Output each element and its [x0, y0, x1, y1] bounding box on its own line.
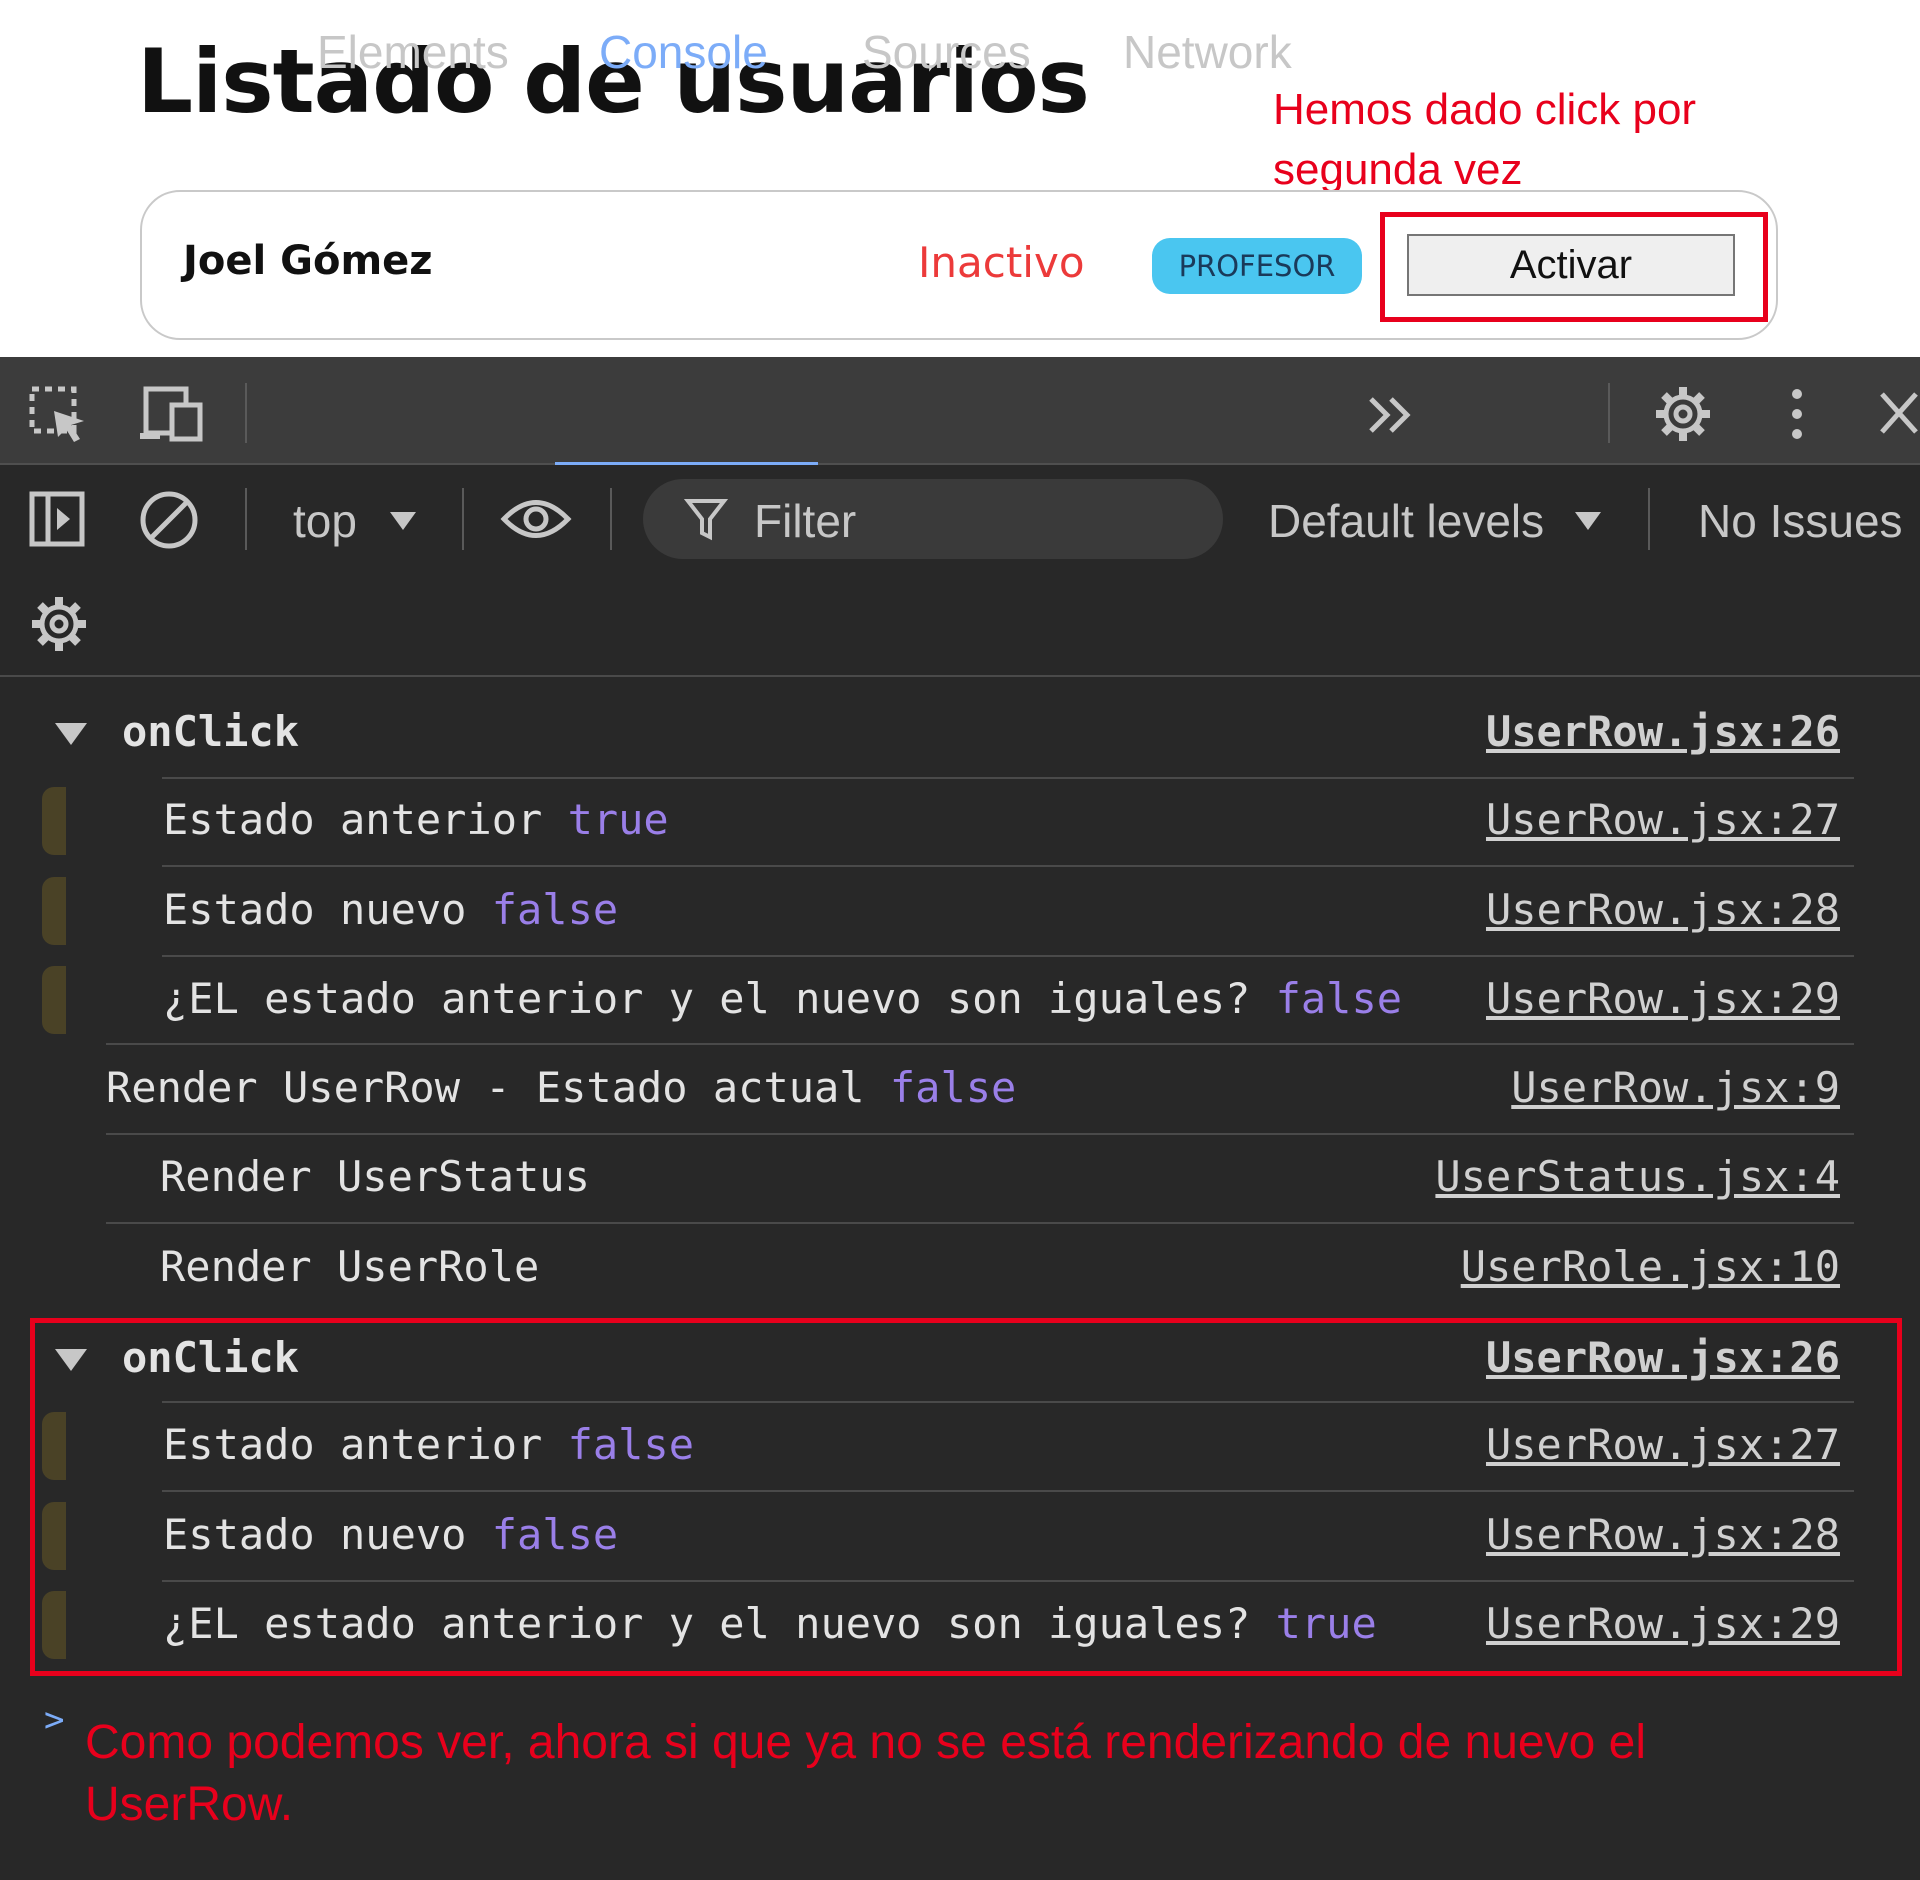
source-link[interactable]: UserRow.jsx:9 — [1511, 1063, 1840, 1112]
source-link[interactable]: UserRow.jsx:29 — [1486, 974, 1840, 1023]
log-text: Estado anterior — [163, 795, 568, 844]
tab-separator — [245, 383, 247, 443]
log-line: Estado anterior true — [163, 795, 669, 844]
log-line: Render UserRole — [160, 1242, 540, 1291]
annotation-top: Hemos dado click por segunda vez — [1273, 85, 1697, 194]
log-line: Render UserStatus — [160, 1152, 590, 1201]
source-link[interactable]: UserRow.jsx:26 — [1486, 1333, 1840, 1382]
tab-sources[interactable]: Sources — [862, 0, 1031, 108]
row-divider — [106, 1133, 1854, 1135]
role-badge: PROFESOR — [1152, 238, 1362, 294]
log-value: false — [491, 1510, 619, 1559]
source-link[interactable]: UserRow.jsx:28 — [1486, 885, 1840, 934]
log-text: Render UserRow - Estado actual — [106, 1063, 890, 1112]
tab-console[interactable]: Console — [599, 0, 768, 108]
context-selector[interactable]: top — [293, 494, 357, 548]
group-header[interactable]: onClick — [122, 1333, 299, 1382]
console-settings-gear-icon[interactable] — [28, 593, 90, 655]
log-value: false — [491, 885, 619, 934]
group-indent-bar — [42, 877, 66, 945]
group-header[interactable]: onClick — [122, 707, 299, 756]
log-value: false — [567, 1420, 695, 1469]
group-indent-bar — [42, 1412, 66, 1480]
user-status: Inactivo — [918, 238, 1085, 287]
log-value: false — [889, 1063, 1017, 1112]
log-levels-selector[interactable]: Default levels — [1268, 494, 1544, 548]
group-indent-bar — [42, 1591, 66, 1659]
sidebar-toggle-icon[interactable] — [28, 490, 86, 548]
source-link[interactable]: UserRow.jsx:27 — [1486, 795, 1840, 844]
activate-button[interactable]: Activar — [1407, 234, 1735, 296]
source-link[interactable]: UserRow.jsx:27 — [1486, 1420, 1840, 1469]
settings-gear-icon[interactable] — [1652, 383, 1714, 445]
row-divider — [162, 777, 1854, 779]
group-expand-caret-icon[interactable] — [55, 1349, 87, 1371]
user-name: Joel Gómez — [183, 238, 433, 284]
group-indent-bar — [42, 966, 66, 1034]
annotation-bottom: Como podemos ver, ahora si que ya no se … — [85, 1716, 1646, 1831]
source-link[interactable]: UserRow.jsx:26 — [1486, 707, 1840, 756]
close-icon[interactable] — [1878, 390, 1920, 436]
log-line: Estado nuevo false — [163, 1510, 618, 1559]
log-line: ¿EL estado anterior y el nuevo son igual… — [163, 1599, 1377, 1648]
log-text: ¿EL estado anterior y el nuevo son igual… — [163, 974, 1276, 1023]
row-divider — [162, 865, 1854, 867]
log-value: false — [1275, 974, 1403, 1023]
clear-console-icon[interactable] — [138, 489, 200, 551]
filter-placeholder: Filter — [754, 495, 857, 547]
row-divider — [162, 1401, 1854, 1403]
row-divider — [106, 1222, 1854, 1224]
inspect-element-icon[interactable] — [28, 385, 90, 447]
levels-dropdown-icon[interactable] — [1573, 510, 1603, 532]
device-toolbar-icon[interactable] — [138, 385, 204, 445]
tab-elements[interactable]: Elements — [317, 0, 509, 108]
console-prompt-icon[interactable]: > — [44, 1700, 64, 1740]
source-link[interactable]: UserRole.jsx:10 — [1461, 1242, 1840, 1291]
toolbar-separator-4 — [1648, 488, 1650, 550]
tab-separator-right — [1608, 383, 1610, 443]
filter-input[interactable] — [643, 479, 1223, 559]
row-divider — [162, 1580, 1854, 1582]
log-value: true — [567, 795, 669, 844]
log-line: Render UserRow - Estado actual false — [106, 1063, 1016, 1112]
log-line: Estado anterior false — [163, 1420, 694, 1469]
tab-network[interactable]: Network — [1123, 0, 1292, 108]
more-options-icon[interactable] — [1782, 386, 1812, 442]
log-value: true — [1275, 1599, 1377, 1648]
toolbar-separator-2 — [462, 488, 464, 550]
devtools-tabbar — [0, 357, 1920, 465]
row-divider — [162, 955, 1854, 957]
group-expand-caret-icon[interactable] — [55, 723, 87, 745]
more-tabs-icon[interactable] — [1365, 393, 1417, 437]
context-dropdown-icon[interactable] — [388, 510, 418, 532]
source-link[interactable]: UserStatus.jsx:4 — [1435, 1152, 1840, 1201]
log-text: Estado anterior — [163, 1420, 568, 1469]
toolbar-separator-3 — [610, 488, 612, 550]
live-expression-eye-icon[interactable] — [500, 494, 572, 544]
toolbar-separator — [245, 488, 247, 550]
group-indent-bar — [42, 1502, 66, 1570]
row-divider — [106, 1043, 1854, 1045]
source-link[interactable]: UserRow.jsx:29 — [1486, 1599, 1840, 1648]
row-divider — [162, 1490, 1854, 1492]
log-text: ¿EL estado anterior y el nuevo son igual… — [163, 1599, 1276, 1648]
log-text: Estado nuevo — [163, 885, 492, 934]
issues-indicator[interactable]: No Issues — [1698, 494, 1903, 548]
log-line: ¿EL estado anterior y el nuevo son igual… — [163, 974, 1402, 1023]
group-indent-bar — [42, 787, 66, 855]
log-text: Estado nuevo — [163, 1510, 492, 1559]
filter-icon — [684, 499, 728, 541]
source-link[interactable]: UserRow.jsx:28 — [1486, 1510, 1840, 1559]
log-line: Estado nuevo false — [163, 885, 618, 934]
